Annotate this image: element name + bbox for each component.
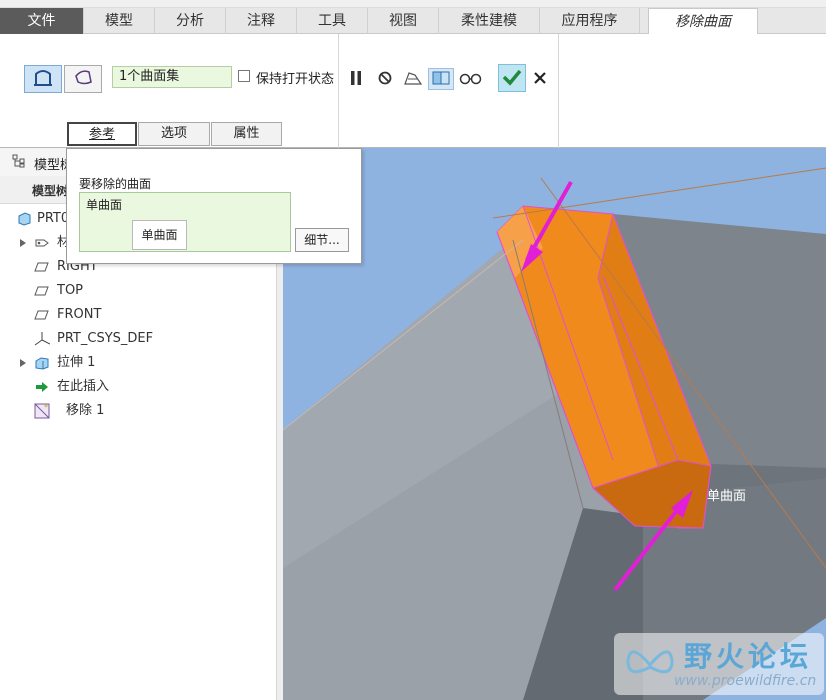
tab-annotate[interactable]: 注释	[226, 8, 297, 34]
keep-open-checkbox[interactable]	[238, 70, 250, 82]
cancel-button[interactable]	[530, 68, 550, 90]
details-button[interactable]: 细节...	[295, 228, 349, 252]
glasses-preview-button[interactable]	[458, 68, 484, 90]
datum-plane-icon	[34, 260, 50, 274]
preview-icon	[402, 69, 424, 90]
tree-item-front[interactable]: FRONT	[0, 304, 270, 326]
verify-preview-icon	[430, 69, 452, 90]
subtab-references[interactable]: 参考	[67, 122, 137, 146]
expand-triangle-icon[interactable]	[18, 356, 28, 370]
surface-select-icon	[32, 68, 54, 91]
datum-plane-icon	[34, 308, 50, 322]
material-icon	[34, 236, 50, 250]
no-preview-icon	[377, 70, 393, 89]
tree-item-label: FRONT	[57, 307, 102, 322]
pause-button[interactable]	[343, 68, 369, 90]
subtab-options[interactable]: 选项	[138, 122, 210, 146]
chain-mode-button[interactable]	[64, 65, 102, 93]
keep-open-label: 保持打开状态	[256, 72, 335, 87]
watermark-url: www.proewildfire.cn	[674, 673, 817, 689]
surface-callout-label: 单曲面	[707, 489, 747, 504]
tab-analysis[interactable]: 分析	[155, 8, 226, 34]
csys-icon	[34, 332, 50, 346]
tab-tools[interactable]: 工具	[297, 8, 368, 34]
watermark: 野火论坛 www.proewildfire.cn	[614, 633, 824, 695]
tree-scrollbar[interactable]	[276, 204, 283, 700]
tab-view[interactable]: 视图	[368, 8, 439, 34]
surface-set-collector[interactable]: 1个曲面集	[112, 66, 232, 88]
tab-model[interactable]: 模型	[84, 8, 155, 34]
subtab-properties-label: 属性	[233, 126, 260, 141]
tree-structure-icon[interactable]	[12, 154, 26, 171]
remove-feature-icon: *	[34, 403, 50, 419]
tree-item-insert-here[interactable]: 在此插入	[0, 376, 270, 398]
tab-file[interactable]: 文件	[0, 8, 84, 34]
confirm-button[interactable]	[498, 64, 526, 92]
tab-remove-surface[interactable]: 移除曲面	[648, 8, 758, 35]
tree-item-label: 移除 1	[66, 403, 105, 418]
ribbon-divider	[338, 34, 339, 148]
title-strip	[0, 0, 826, 8]
no-preview-button[interactable]	[372, 68, 398, 90]
pause-icon	[349, 70, 363, 89]
watermark-title: 野火论坛	[684, 640, 813, 673]
tab-flexible-modeling[interactable]: 柔性建模	[439, 8, 540, 34]
references-panel: 要移除的曲面 单曲面 单曲面 细节...	[66, 148, 362, 264]
ribbon-panel: 1个曲面集 保持打开状态 参考 选项 属性	[0, 34, 826, 148]
list-item[interactable]: 单曲面	[86, 196, 122, 213]
tooltip: 单曲面	[132, 220, 187, 250]
tree-item-label: 拉伸 1	[57, 355, 96, 370]
surfaces-to-remove-label: 要移除的曲面	[79, 177, 152, 191]
tree-item-label: TOP	[57, 283, 84, 298]
glasses-preview-icon	[459, 70, 483, 89]
svg-text:*: *	[44, 403, 48, 412]
graphics-viewport[interactable]: 单曲面	[283, 148, 826, 700]
checkmark-icon	[501, 67, 523, 90]
butterfly-logo-icon	[622, 639, 678, 692]
close-icon	[533, 71, 547, 88]
subtab-properties[interactable]: 属性	[211, 122, 282, 146]
tree-item-label: PRT0	[37, 211, 70, 226]
model-geometry	[283, 167, 826, 700]
subtab-references-label: 参考	[88, 127, 115, 142]
subtab-options-label: 选项	[160, 126, 187, 141]
tab-applications[interactable]: 应用程序	[540, 8, 640, 34]
tree-item-top[interactable]: TOP	[0, 280, 270, 302]
model-tree-column-label: 模型树	[32, 184, 69, 198]
datum-plane-icon	[34, 284, 50, 298]
part-icon	[16, 212, 32, 226]
surface-mode-button[interactable]	[24, 65, 62, 93]
tree-item-label: 在此插入	[57, 379, 110, 394]
ribbon-divider	[558, 34, 559, 148]
ribbon-tab-bar: 文件 模型 分析 注释 工具 视图 柔性建模 应用程序 移除曲面	[0, 8, 826, 35]
expand-triangle-icon[interactable]	[18, 236, 28, 250]
tree-item-csys[interactable]: PRT_CSYS_DEF	[0, 328, 270, 350]
insert-here-arrow-icon	[34, 380, 50, 394]
extrude-icon	[34, 356, 50, 370]
tree-item-extrude[interactable]: 拉伸 1	[0, 352, 270, 374]
tree-item-remove[interactable]: * 移除 1	[0, 400, 270, 422]
tree-item-label: PRT_CSYS_DEF	[57, 331, 154, 346]
verify-preview-button[interactable]	[428, 68, 454, 90]
chain-select-icon	[72, 68, 94, 91]
preview-button[interactable]	[400, 68, 426, 90]
